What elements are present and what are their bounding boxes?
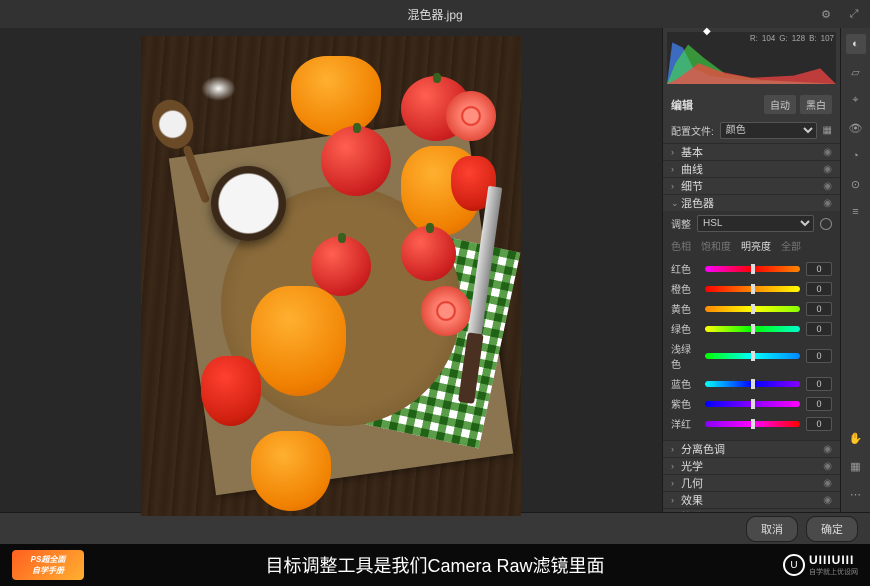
course-badge: PS超全面 自学手册	[12, 550, 84, 580]
tab-saturation[interactable]: 饱和度	[701, 238, 731, 253]
hsl-slider[interactable]	[705, 306, 800, 312]
subtitle-bar: PS超全面 自学手册 目标调整工具是我们Camera Raw滤镜里面 U UII…	[0, 544, 870, 586]
histogram-marker-icon: ◆	[703, 26, 711, 37]
eye-icon[interactable]: ◉	[823, 147, 832, 158]
eye-icon[interactable]: ◉	[823, 495, 832, 506]
slider-label: 橙色	[671, 281, 699, 296]
auto-button[interactable]: 自动	[764, 95, 796, 114]
ok-button[interactable]: 确定	[806, 516, 858, 542]
titlebar: 混色器.jpg ⚙ ⤢	[0, 0, 870, 28]
crop-tool-icon[interactable]: ▱	[846, 62, 866, 82]
logo-icon: U	[783, 554, 805, 576]
tab-hue[interactable]: 色相	[671, 238, 691, 253]
action-bar: 取消 确定	[0, 512, 870, 544]
cancel-button[interactable]: 取消	[746, 516, 798, 542]
slider-value[interactable]: 0	[806, 302, 832, 316]
section-curve[interactable]: ›曲线◉	[663, 160, 840, 177]
section-mixer[interactable]: ⌄混色器◉	[663, 194, 840, 211]
slider-value[interactable]: 0	[806, 349, 832, 363]
eye-icon[interactable]: ◉	[823, 198, 832, 209]
hsl-slider[interactable]	[705, 266, 800, 272]
redeye-tool-icon[interactable]: ⊙	[846, 174, 866, 194]
slider-value[interactable]: 0	[806, 262, 832, 276]
slider-value[interactable]: 0	[806, 282, 832, 296]
slider-value[interactable]: 0	[806, 397, 832, 411]
section-geometry[interactable]: ›几何◉	[663, 474, 840, 491]
tab-luminance[interactable]: 明亮度	[741, 238, 771, 253]
eye-tool-icon[interactable]: 👁	[846, 118, 866, 138]
document-title: 混色器.jpg	[407, 6, 462, 23]
hsl-slider[interactable]	[705, 286, 800, 292]
grid-tool-icon[interactable]: ▦	[846, 456, 866, 476]
profile-label: 配置文件:	[671, 123, 714, 138]
hand-tool-icon[interactable]: ✋	[846, 428, 866, 448]
settings-icon[interactable]: ⚙	[818, 6, 834, 22]
section-effects[interactable]: ›效果◉	[663, 491, 840, 508]
hsl-slider[interactable]	[705, 353, 800, 359]
eye-icon[interactable]: ◉	[823, 181, 832, 192]
slider-value[interactable]: 0	[806, 417, 832, 431]
section-split-toning[interactable]: ›分离色调◉	[663, 440, 840, 457]
adjust-select[interactable]: HSL	[697, 215, 814, 232]
edit-tool-icon[interactable]: ◐	[846, 34, 866, 54]
slider-label: 红色	[671, 261, 699, 276]
profile-browser-icon[interactable]: ▦	[823, 125, 832, 136]
slider-label: 洋红	[671, 416, 699, 431]
eye-icon[interactable]: ◉	[823, 461, 832, 472]
section-basic[interactable]: ›基本◉	[663, 143, 840, 160]
eye-icon[interactable]: ◉	[823, 164, 832, 175]
slider-label: 蓝色	[671, 376, 699, 391]
slider-label: 浅绿色	[671, 341, 699, 371]
histogram[interactable]: ◆ R:104 G:128 B:107	[663, 28, 840, 91]
section-optics[interactable]: ›光学◉	[663, 457, 840, 474]
mask-tool-icon[interactable]: ◔	[846, 146, 866, 166]
hsl-slider[interactable]	[705, 326, 800, 332]
brand-logo: U UIIIUIII 自学就上优设网	[783, 553, 858, 577]
hsl-slider[interactable]	[705, 381, 800, 387]
slider-label: 黄色	[671, 301, 699, 316]
eye-icon[interactable]: ◉	[823, 444, 832, 455]
bw-button[interactable]: 黑白	[800, 95, 832, 114]
profile-select[interactable]: 颜色	[720, 122, 817, 139]
subtitle-text: 目标调整工具是我们Camera Raw滤镜里面	[0, 552, 870, 578]
slider-value[interactable]: 0	[806, 322, 832, 336]
edit-title: 编辑	[671, 97, 760, 113]
tab-all[interactable]: 全部	[781, 238, 801, 253]
spot-heal-tool-icon[interactable]: ⌖	[846, 90, 866, 110]
more-tool-icon[interactable]: ⋯	[846, 484, 866, 504]
fullscreen-icon[interactable]: ⤢	[846, 6, 862, 22]
slider-value[interactable]: 0	[806, 377, 832, 391]
slider-label: 绿色	[671, 321, 699, 336]
preview-image	[141, 36, 521, 516]
presets-tool-icon[interactable]: ≡	[846, 202, 866, 222]
hsl-slider[interactable]	[705, 421, 800, 427]
eye-icon[interactable]: ◉	[823, 478, 832, 489]
canvas[interactable]	[0, 28, 662, 524]
section-detail[interactable]: ›细节◉	[663, 177, 840, 194]
edit-panel: ◆ R:104 G:128 B:107 编辑 自动 黑白 配置文件:	[662, 28, 840, 512]
hsl-slider[interactable]	[705, 401, 800, 407]
tool-strip: ◐ ▱ ⌖ 👁 ◔ ⊙ ≡ ✋ ▦ ⋯	[840, 28, 870, 512]
target-adjust-icon[interactable]	[820, 218, 832, 230]
adjust-label: 调整	[671, 216, 691, 231]
mixer-panel: 调整 HSL 色相 饱和度 明亮度 全部 红色 0 橙色 0 黄色 0 绿色 0 浅绿色 0 蓝色 0…	[663, 211, 840, 440]
slider-label: 紫色	[671, 396, 699, 411]
